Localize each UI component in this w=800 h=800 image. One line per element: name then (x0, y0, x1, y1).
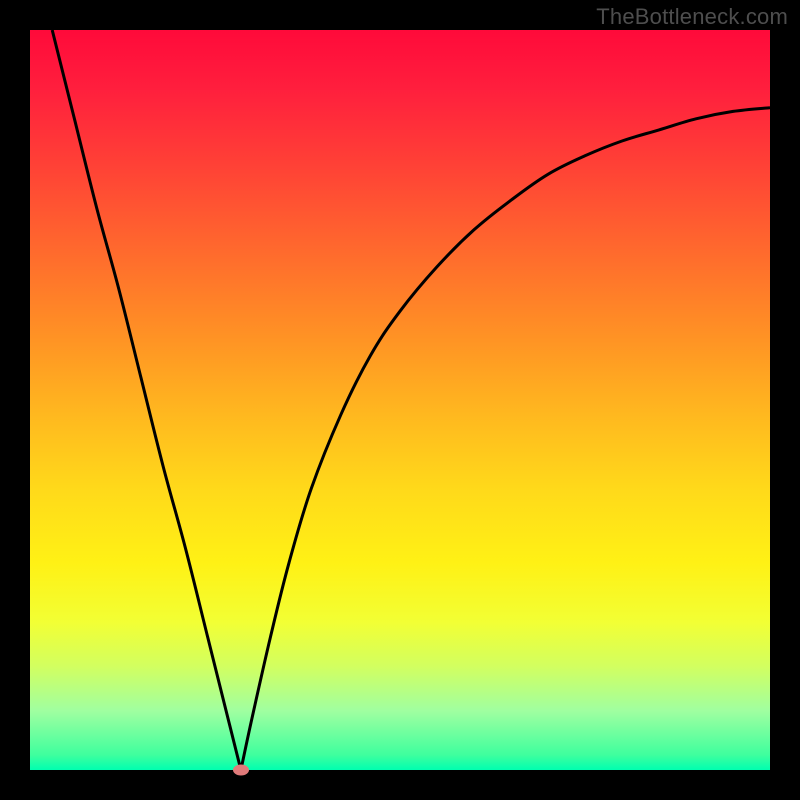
vertex-marker (233, 765, 249, 776)
chart-frame: TheBottleneck.com (0, 0, 800, 800)
plot-area (30, 30, 770, 770)
watermark-text: TheBottleneck.com (596, 4, 788, 30)
bottleneck-curve (30, 30, 770, 770)
curve-path (52, 30, 770, 770)
